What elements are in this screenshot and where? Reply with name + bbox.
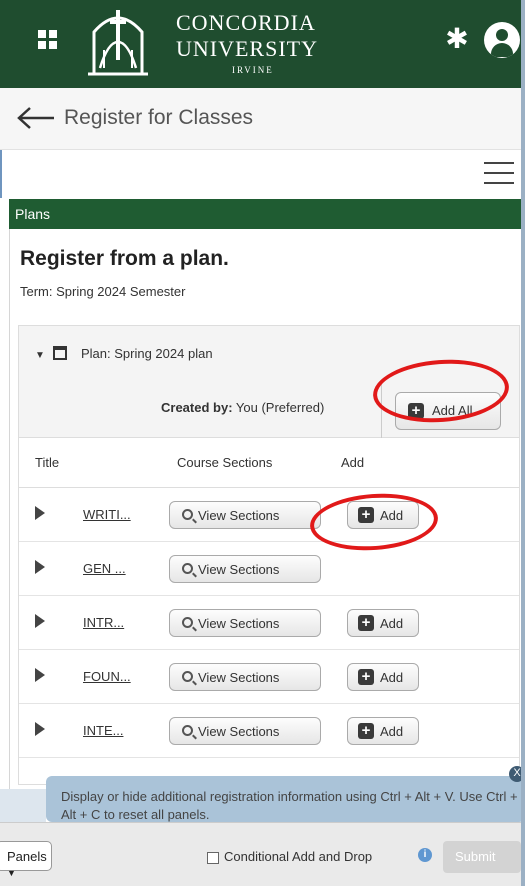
plans-content: Register from a plan. Term: Spring 2024 … bbox=[9, 229, 521, 789]
footer-bar: Panels ▼ Conditional Add and Drop i Subm… bbox=[0, 822, 521, 886]
view-sections-label: View Sections bbox=[198, 508, 280, 523]
course-title-link[interactable]: INTE... bbox=[83, 723, 123, 738]
keyboard-hint-tooltip: Display or hide additional registration … bbox=[46, 776, 525, 822]
app-frame: CONCORDIA UNIVERSITY IRVINE ✱ Register f… bbox=[0, 0, 525, 886]
calendar-icon bbox=[53, 346, 67, 360]
conditional-add-drop-label: Conditional Add and Drop bbox=[224, 849, 373, 864]
search-icon bbox=[182, 617, 193, 628]
info-icon[interactable]: i bbox=[418, 848, 432, 862]
menu-bar bbox=[0, 150, 521, 198]
course-title-link[interactable]: INTR... bbox=[83, 615, 124, 630]
created-by: Created by: You (Preferred) bbox=[161, 400, 324, 415]
column-header-add: Add bbox=[341, 455, 365, 470]
section-heading: Register from a plan. bbox=[20, 247, 229, 270]
expand-row-icon[interactable] bbox=[35, 668, 45, 682]
course-title-link[interactable]: FOUN... bbox=[83, 669, 131, 684]
add-label: Add bbox=[380, 670, 404, 685]
back-arrow-icon[interactable] bbox=[16, 106, 56, 130]
top-header: CONCORDIA UNIVERSITY IRVINE ✱ bbox=[0, 0, 525, 88]
plus-icon: + bbox=[358, 669, 374, 685]
add-button[interactable]: + Add bbox=[347, 609, 419, 637]
view-sections-label: View Sections bbox=[198, 562, 280, 577]
add-button[interactable]: + Add bbox=[347, 717, 419, 745]
column-header-title: Title bbox=[35, 455, 60, 470]
crest-icon bbox=[88, 10, 148, 76]
logo-line-1: CONCORDIA bbox=[176, 10, 316, 35]
add-label: Add bbox=[380, 616, 404, 631]
view-sections-button[interactable]: View Sections bbox=[169, 663, 321, 691]
gear-icon[interactable]: ✱ bbox=[442, 24, 472, 54]
course-title-link[interactable]: GEN ... bbox=[83, 561, 126, 576]
plans-section-bar: Plans bbox=[9, 199, 521, 229]
table-row: GEN ... View Sections bbox=[19, 542, 519, 596]
view-sections-button[interactable]: View Sections bbox=[169, 609, 321, 637]
table-header: Title Course Sections Add bbox=[19, 438, 519, 488]
user-avatar-icon[interactable] bbox=[484, 22, 520, 58]
view-sections-button[interactable]: View Sections bbox=[169, 555, 321, 583]
hamburger-menu-icon[interactable] bbox=[484, 162, 514, 184]
plus-icon: + bbox=[358, 723, 374, 739]
page-title: Register for Classes bbox=[64, 106, 254, 129]
view-sections-label: View Sections bbox=[198, 724, 280, 739]
created-by-value: You (Preferred) bbox=[232, 400, 325, 415]
table-row: INTR... View Sections + Add bbox=[19, 596, 519, 650]
panels-label: Panels bbox=[7, 849, 47, 864]
expand-row-icon[interactable] bbox=[35, 722, 45, 736]
table-row: FOUN... View Sections + Add bbox=[19, 650, 519, 704]
expand-row-icon[interactable] bbox=[35, 614, 45, 628]
search-icon bbox=[182, 509, 193, 520]
view-sections-label: View Sections bbox=[198, 616, 280, 631]
course-title-link[interactable]: WRITI... bbox=[83, 507, 131, 522]
plan-name: Plan: Spring 2024 plan bbox=[81, 346, 213, 361]
view-sections-label: View Sections bbox=[198, 670, 280, 685]
footer-strip bbox=[0, 789, 46, 822]
search-icon bbox=[182, 725, 193, 736]
table-row: INTE... View Sections + Add bbox=[19, 704, 519, 758]
dropdown-caret-icon: ▼ bbox=[7, 868, 16, 878]
university-logo[interactable]: CONCORDIA UNIVERSITY IRVINE bbox=[84, 0, 324, 80]
logo-line-2: UNIVERSITY bbox=[176, 36, 318, 61]
search-icon bbox=[182, 671, 193, 682]
window-edge bbox=[521, 0, 525, 886]
view-sections-button[interactable]: View Sections bbox=[169, 717, 321, 745]
table-row: WRITI... View Sections + Add bbox=[19, 488, 519, 542]
search-icon bbox=[182, 563, 193, 574]
add-label: Add bbox=[380, 724, 404, 739]
term-label: Term: Spring 2024 Semester bbox=[20, 284, 186, 299]
logo-line-3: IRVINE bbox=[232, 65, 274, 75]
page-title-bar: Register for Classes bbox=[0, 88, 521, 150]
apps-grid-icon[interactable] bbox=[38, 30, 58, 50]
collapse-caret-icon[interactable]: ▼ bbox=[35, 350, 45, 361]
expand-row-icon[interactable] bbox=[35, 560, 45, 574]
expand-row-icon[interactable] bbox=[35, 506, 45, 520]
column-header-course-sections: Course Sections bbox=[177, 455, 273, 470]
panels-button[interactable]: Panels ▼ bbox=[0, 841, 52, 878]
view-sections-button[interactable]: View Sections bbox=[169, 501, 321, 529]
plus-icon: + bbox=[358, 615, 374, 631]
created-by-label: Created by: bbox=[161, 400, 233, 415]
add-button[interactable]: + Add bbox=[347, 663, 419, 691]
submit-button[interactable]: Submit bbox=[443, 841, 521, 873]
conditional-add-drop-checkbox[interactable] bbox=[207, 852, 219, 864]
